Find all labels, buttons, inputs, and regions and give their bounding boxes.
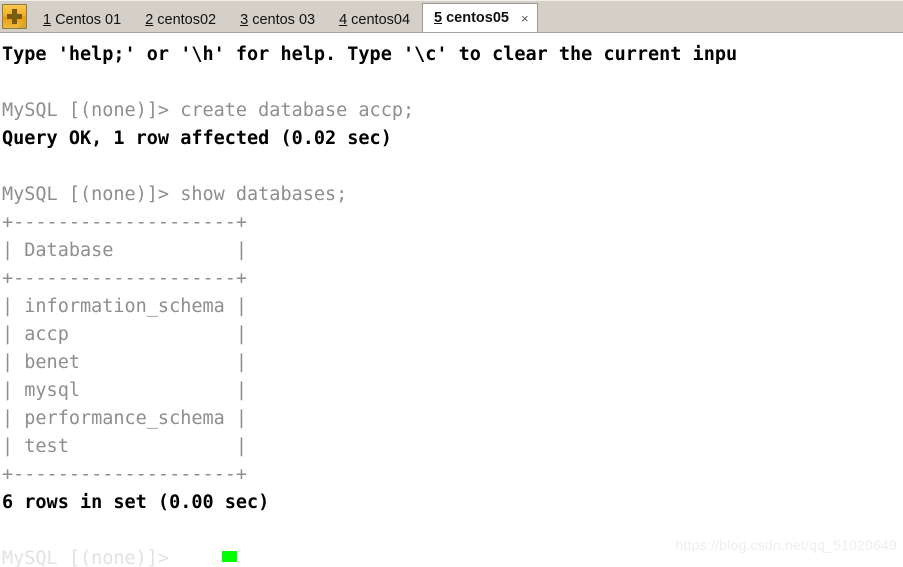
tab-label-2: centos02 bbox=[157, 11, 217, 28]
tab-accelerator-5: 5 bbox=[434, 10, 443, 26]
terminal-line: Type 'help;' or '\h' for help. Type '\c'… bbox=[2, 44, 738, 65]
tab-bar-empty-area bbox=[538, 0, 903, 32]
tab-list: 1 Centos 01 2 centos02 3 centos 03 4 cen… bbox=[31, 0, 538, 32]
tab-centos-01[interactable]: 1 Centos 01 bbox=[31, 6, 133, 32]
prompt-text: MySQL [(none)]> bbox=[2, 548, 170, 567]
tab-accelerator-2: 2 bbox=[145, 11, 154, 28]
tab-accelerator-3: 3 bbox=[240, 11, 249, 28]
corner-fold-decoration bbox=[18, 20, 26, 28]
terminal-line: 6 rows in set (0.00 sec) bbox=[2, 492, 270, 513]
terminal-line: | test | bbox=[2, 436, 248, 457]
tab-centos04[interactable]: 4 centos04 bbox=[327, 6, 422, 32]
terminal-line: | benet | bbox=[2, 352, 248, 373]
terminal-output-area[interactable]: Type 'help;' or '\h' for help. Type '\c'… bbox=[0, 33, 903, 567]
tab-accelerator-4: 4 bbox=[339, 11, 348, 28]
terminal-line: MySQL [(none)]> show databases; bbox=[2, 184, 348, 205]
terminal-line: +--------------------+ bbox=[2, 212, 248, 233]
plus-icon-bar bbox=[7, 14, 22, 19]
tab-label-3: centos 03 bbox=[252, 11, 316, 28]
terminal-line: +--------------------+ bbox=[2, 268, 248, 289]
watermark-text: https://blog.csdn.net/qq_51020649 bbox=[675, 537, 897, 553]
new-tab-button[interactable] bbox=[2, 4, 27, 29]
terminal-line: +--------------------+ bbox=[2, 464, 248, 485]
tab-bar: 1 Centos 01 2 centos02 3 centos 03 4 cen… bbox=[0, 0, 903, 33]
terminal-line: | mysql | bbox=[2, 380, 248, 401]
tab-label-5: centos05 bbox=[446, 10, 509, 26]
terminal-line: | information_schema | bbox=[2, 296, 248, 317]
text-cursor bbox=[222, 551, 237, 562]
tab-centos-03[interactable]: 3 centos 03 bbox=[228, 6, 327, 32]
terminal-line: | Database | bbox=[2, 240, 248, 261]
tab-label-4: centos04 bbox=[351, 11, 411, 28]
tab-label-1: Centos 01 bbox=[55, 11, 122, 28]
terminal-line: | performance_schema | bbox=[2, 408, 248, 429]
tab-accelerator-1: 1 bbox=[43, 11, 52, 28]
terminal-line: Query OK, 1 row affected (0.02 sec) bbox=[2, 128, 392, 149]
close-icon[interactable]: × bbox=[521, 12, 529, 25]
terminal-line: | accp | bbox=[2, 324, 248, 345]
tab-centos02[interactable]: 2 centos02 bbox=[133, 6, 228, 32]
tab-centos05[interactable]: 5 centos05 × bbox=[422, 3, 538, 32]
terminal-line: MySQL [(none)]> create database accp; bbox=[2, 100, 415, 121]
